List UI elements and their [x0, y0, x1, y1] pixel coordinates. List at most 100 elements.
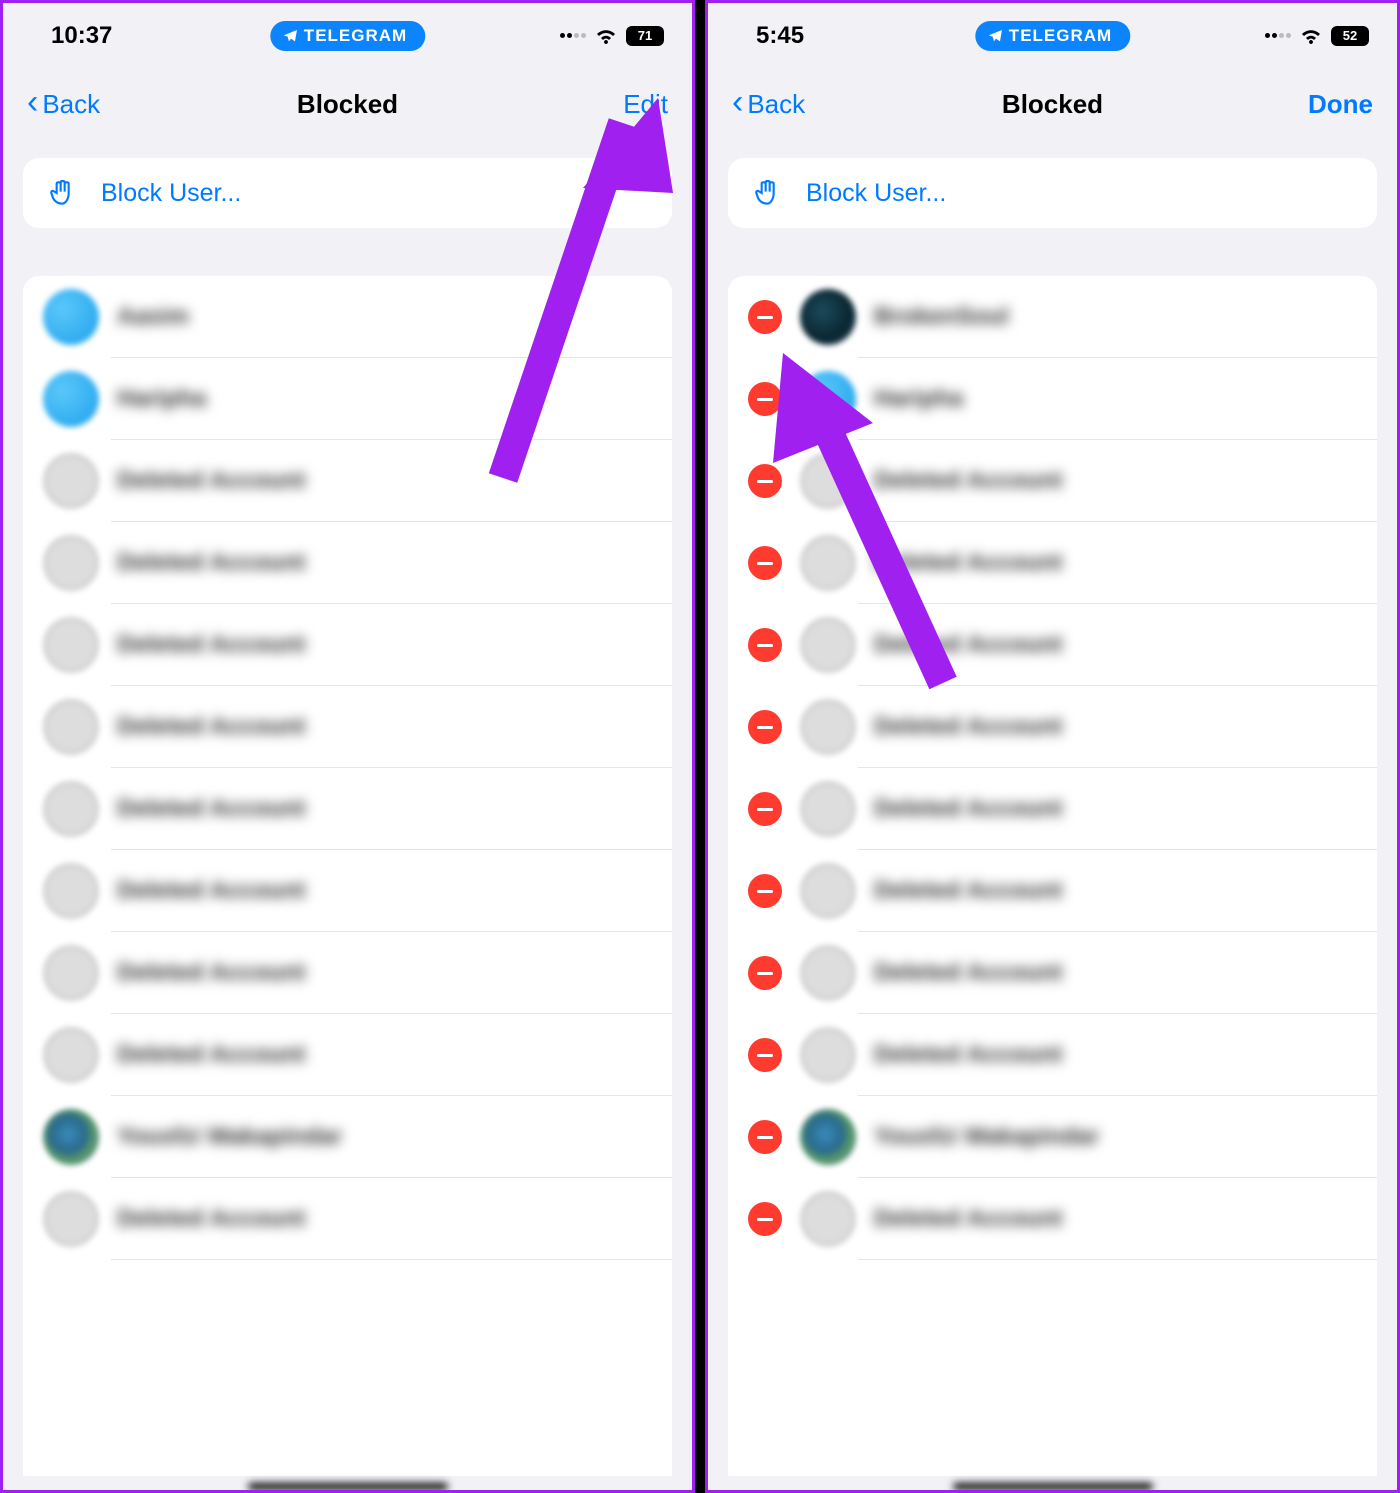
avatar: [800, 453, 856, 509]
app-pill-label: TELEGRAM: [1009, 26, 1112, 46]
avatar: [43, 945, 99, 1001]
block-user-button[interactable]: Block User...: [23, 158, 672, 228]
user-name: Aasim: [117, 303, 189, 331]
back-button[interactable]: ‹ Back: [27, 87, 100, 122]
app-return-pill[interactable]: TELEGRAM: [270, 21, 425, 51]
user-name: Deleted Account: [117, 1041, 305, 1069]
user-name: Deleted Account: [117, 467, 305, 495]
avatar: [43, 1109, 99, 1165]
avatar: [43, 863, 99, 919]
list-item[interactable]: Deleted Account: [23, 768, 672, 850]
user-name: Deleted Account: [117, 959, 305, 987]
page-title: Blocked: [297, 89, 398, 120]
list-item[interactable]: Deleted Account: [728, 1014, 1377, 1096]
user-name: Deleted Account: [874, 795, 1062, 823]
nav-bar: ‹ Back Blocked Edit: [3, 68, 692, 140]
app-return-pill[interactable]: TELEGRAM: [975, 21, 1130, 51]
list-item[interactable]: Deleted Account: [728, 932, 1377, 1014]
user-name: BrokenSoul: [874, 303, 1009, 331]
list-item[interactable]: Deleted Account: [23, 1014, 672, 1096]
user-name: Deleted Account: [874, 549, 1062, 577]
delete-minus-button[interactable]: [748, 792, 782, 826]
avatar: [800, 699, 856, 755]
avatar: [43, 535, 99, 591]
user-name: Deleted Account: [874, 467, 1062, 495]
nav-bar: ‹ Back Blocked Done: [708, 68, 1397, 140]
cellular-icon: [560, 33, 586, 38]
home-indicator[interactable]: [248, 1483, 448, 1490]
done-button[interactable]: Done: [1308, 89, 1373, 120]
delete-minus-button[interactable]: [748, 1038, 782, 1072]
user-name: Deleted Account: [117, 1205, 305, 1233]
blocked-users-list[interactable]: BrokenSoul Haripha Deleted Account Deleted …: [728, 276, 1377, 1476]
hand-stop-icon: [750, 176, 784, 210]
user-name: Deleted Account: [874, 1205, 1062, 1233]
list-item[interactable]: Deleted Account: [728, 850, 1377, 932]
list-item[interactable]: Deleted Account: [728, 1178, 1377, 1260]
cellular-icon: [1265, 33, 1291, 38]
avatar: [43, 1027, 99, 1083]
delete-minus-button[interactable]: [748, 710, 782, 744]
list-item[interactable]: Yousfzi Wakapindar: [23, 1096, 672, 1178]
list-item[interactable]: Deleted Account: [728, 522, 1377, 604]
delete-minus-button[interactable]: [748, 382, 782, 416]
status-bar: 10:37 TELEGRAM 71: [3, 3, 692, 68]
list-item[interactable]: BrokenSoul: [728, 276, 1377, 358]
list-item[interactable]: Deleted Account: [23, 1178, 672, 1260]
wifi-icon: [1299, 24, 1323, 48]
blocked-users-list[interactable]: AasimHariphaDeleted AccountDeleted Accou…: [23, 276, 672, 1476]
edit-button[interactable]: Edit: [623, 89, 668, 120]
list-item[interactable]: Deleted Account: [728, 686, 1377, 768]
battery-icon: 52: [1331, 26, 1369, 46]
back-button[interactable]: ‹ Back: [732, 87, 805, 122]
list-item[interactable]: Deleted Account: [23, 686, 672, 768]
user-name: Haripha: [117, 385, 206, 413]
hand-stop-icon: [45, 176, 79, 210]
list-item[interactable]: Deleted Account: [728, 440, 1377, 522]
block-user-label: Block User...: [101, 179, 241, 208]
list-item[interactable]: Deleted Account: [23, 604, 672, 686]
list-item[interactable]: Deleted Account: [23, 850, 672, 932]
delete-minus-button[interactable]: [748, 300, 782, 334]
avatar: [800, 371, 856, 427]
avatar: [800, 781, 856, 837]
avatar: [43, 453, 99, 509]
block-user-button[interactable]: Block User...: [728, 158, 1377, 228]
list-item[interactable]: Haripha: [728, 358, 1377, 440]
list-item[interactable]: Deleted Account: [728, 604, 1377, 686]
delete-minus-button[interactable]: [748, 1202, 782, 1236]
list-item[interactable]: Deleted Account: [23, 932, 672, 1014]
user-name: Haripha: [874, 385, 963, 413]
delete-minus-button[interactable]: [748, 464, 782, 498]
telegram-icon: [282, 28, 298, 44]
user-name: Deleted Account: [117, 713, 305, 741]
status-time: 10:37: [51, 22, 112, 50]
list-item[interactable]: Yousfzi Wakapindar: [728, 1096, 1377, 1178]
user-name: Deleted Account: [117, 795, 305, 823]
page-title: Blocked: [1002, 89, 1103, 120]
list-item[interactable]: Deleted Account: [728, 768, 1377, 850]
list-item[interactable]: Aasim: [23, 276, 672, 358]
delete-minus-button[interactable]: [748, 874, 782, 908]
avatar: [800, 617, 856, 673]
delete-minus-button[interactable]: [748, 956, 782, 990]
delete-minus-button[interactable]: [748, 1120, 782, 1154]
back-label: Back: [42, 89, 100, 120]
status-right: 71: [560, 24, 664, 48]
user-name: Deleted Account: [874, 713, 1062, 741]
avatar: [800, 863, 856, 919]
phone-right: 5:45 TELEGRAM 52 ‹ Back Blocked Done: [705, 0, 1400, 1493]
status-right: 52: [1265, 24, 1369, 48]
battery-level: 52: [1331, 26, 1369, 46]
avatar: [800, 1027, 856, 1083]
delete-minus-button[interactable]: [748, 546, 782, 580]
list-item[interactable]: Deleted Account: [23, 522, 672, 604]
delete-minus-button[interactable]: [748, 628, 782, 662]
avatar: [800, 945, 856, 1001]
block-user-label: Block User...: [806, 179, 946, 208]
user-name: Deleted Account: [874, 959, 1062, 987]
chevron-left-icon: ‹: [732, 83, 743, 122]
home-indicator[interactable]: [953, 1483, 1153, 1490]
list-item[interactable]: Deleted Account: [23, 440, 672, 522]
list-item[interactable]: Haripha: [23, 358, 672, 440]
